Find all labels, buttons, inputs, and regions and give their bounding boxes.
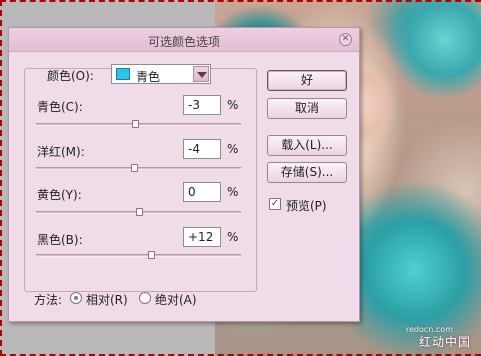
magenta-label: 洋红(M): xyxy=(37,145,85,159)
magenta-unit: % xyxy=(227,142,239,156)
preview-label[interactable]: 预览(P) xyxy=(286,197,327,214)
yellow-slider-track[interactable] xyxy=(36,208,241,216)
save-button[interactable]: 存储(S)... xyxy=(267,162,347,183)
magenta-slider-track[interactable] xyxy=(36,164,241,172)
absolute-label[interactable]: 绝对(A) xyxy=(155,291,197,308)
dialog-title: 可选颜色选项 xyxy=(147,35,220,49)
ok-button[interactable]: 好 xyxy=(267,70,347,91)
load-button[interactable]: 载入(L)... xyxy=(267,135,347,156)
yellow-unit: % xyxy=(227,185,239,199)
black-slider-thumb[interactable] xyxy=(147,251,155,259)
yellow-slider-thumb[interactable] xyxy=(135,208,143,216)
cyan-slider-track[interactable] xyxy=(36,120,241,128)
magenta-slider-thumb[interactable] xyxy=(131,164,139,172)
close-icon[interactable]: ✕ xyxy=(339,33,352,46)
chevron-down-icon[interactable] xyxy=(193,66,209,82)
cancel-button[interactable]: 取消 xyxy=(267,98,347,119)
colors-selected-value: 青色 xyxy=(136,70,161,84)
black-slider-track[interactable] xyxy=(36,251,241,259)
relative-label[interactable]: 相对(R) xyxy=(86,291,128,308)
dialog-titlebar[interactable]: 可选颜色选项 ✕ xyxy=(9,28,359,52)
method-label: 方法: xyxy=(34,293,63,307)
black-input[interactable]: +12 xyxy=(183,227,221,247)
black-unit: % xyxy=(227,230,239,244)
selection-marquee-top xyxy=(0,0,481,2)
selective-color-dialog: 可选颜色选项 ✕ 颜色(O): 青色 青色(C): -3 % 洋红(M): -4… xyxy=(8,27,360,322)
selection-marquee-left xyxy=(0,0,2,356)
magenta-input[interactable]: -4 xyxy=(183,139,221,159)
colors-label: 颜色(O): xyxy=(47,69,94,83)
yellow-label: 黄色(Y): xyxy=(37,188,82,202)
black-label: 黑色(B): xyxy=(37,233,83,247)
cyan-slider-thumb[interactable] xyxy=(132,120,140,128)
color-swatch xyxy=(116,68,130,80)
preview-checkbox[interactable]: ✓ xyxy=(269,198,281,210)
cyan-input[interactable]: -3 xyxy=(183,95,221,115)
yellow-input[interactable]: 0 xyxy=(183,182,221,202)
watermark-logo: 红动中国 xyxy=(418,335,471,349)
colors-dropdown[interactable]: 青色 xyxy=(111,64,211,84)
absolute-radio[interactable] xyxy=(139,292,151,304)
cyan-unit: % xyxy=(227,98,239,112)
cyan-label: 青色(C): xyxy=(37,100,83,114)
relative-radio[interactable] xyxy=(70,292,82,304)
